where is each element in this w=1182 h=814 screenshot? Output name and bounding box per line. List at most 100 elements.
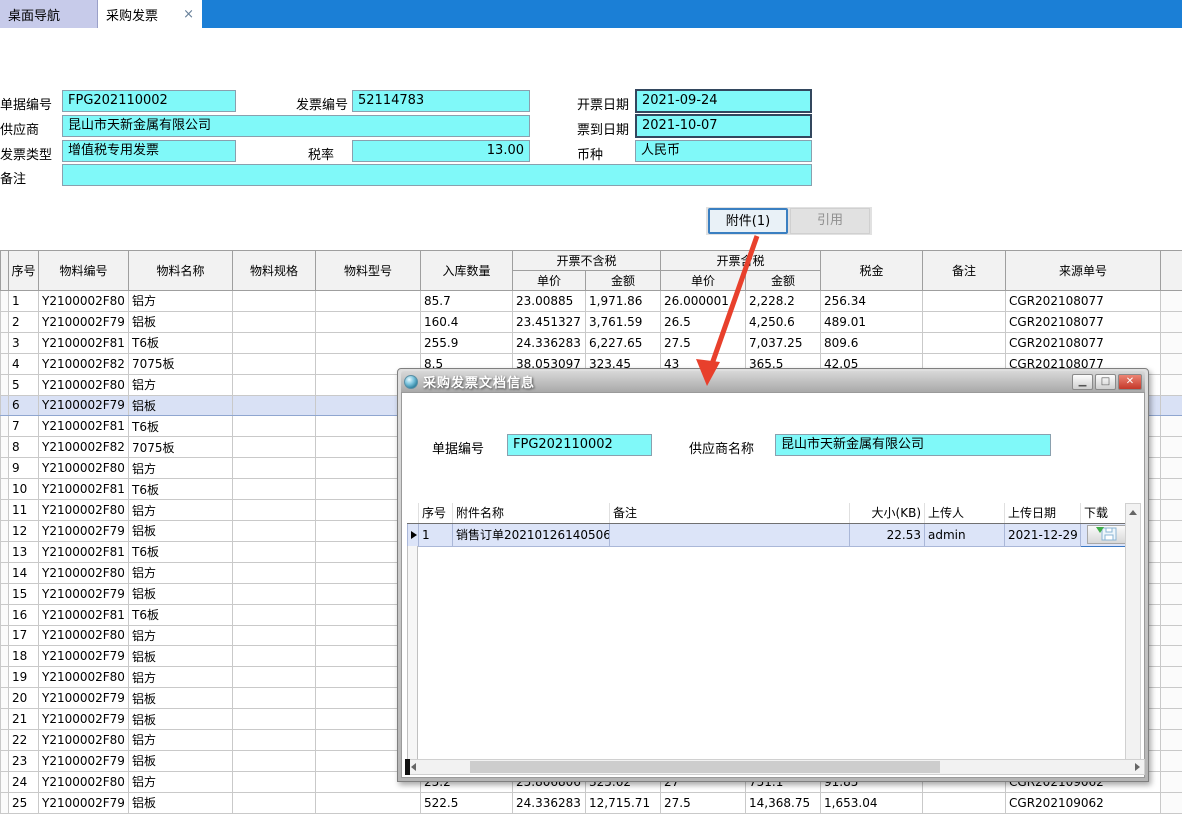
cell-spec[interactable] [233, 332, 316, 353]
cell-sel[interactable] [1, 395, 9, 416]
cell-name[interactable]: 铝板 [129, 750, 233, 771]
cell-name[interactable]: 铝方 [129, 500, 233, 521]
att-col-size[interactable]: 大小(KB) [850, 503, 925, 523]
invoice-type-field[interactable]: 增值税专用发票 [62, 140, 236, 162]
cell-seq[interactable]: 11 [9, 500, 39, 521]
cell-extra[interactable] [1161, 311, 1182, 332]
cell-seq[interactable]: 14 [9, 562, 39, 583]
cell-extra[interactable] [1161, 604, 1182, 625]
att-seq-cell[interactable]: 1 [419, 523, 453, 546]
cell-seq[interactable]: 24 [9, 771, 39, 792]
cell-price_inc[interactable]: 26.000001 [661, 291, 746, 312]
cell-sel[interactable] [1, 688, 9, 709]
att-col-date[interactable]: 上传日期 [1005, 503, 1081, 523]
cell-name[interactable]: T6板 [129, 541, 233, 562]
cell-name[interactable]: T6板 [129, 479, 233, 500]
tax-rate-field[interactable]: 13.00 [352, 140, 530, 162]
att-name-cell[interactable]: 销售订单20210126140506 [453, 523, 610, 546]
cell-code[interactable]: Y2100002F80 [39, 458, 129, 479]
cell-amount_ex[interactable]: 1,971.86 [586, 291, 661, 312]
cell-spec[interactable] [233, 688, 316, 709]
cell-sel[interactable] [1, 730, 9, 751]
cell-spec[interactable] [233, 353, 316, 374]
cell-sel[interactable] [1, 541, 9, 562]
cell-price_inc[interactable]: 27.5 [661, 792, 746, 813]
cell-qty[interactable]: 85.7 [421, 291, 513, 312]
cell-spec[interactable] [233, 374, 316, 395]
cell-name[interactable]: T6板 [129, 604, 233, 625]
cell-code[interactable]: Y2100002F79 [39, 395, 129, 416]
cell-extra[interactable] [1161, 437, 1182, 458]
cell-seq[interactable]: 25 [9, 792, 39, 813]
cell-seq[interactable]: 1 [9, 291, 39, 312]
col-name[interactable]: 物料名称 [129, 251, 233, 291]
cell-code[interactable]: Y2100002F80 [39, 625, 129, 646]
cell-seq[interactable]: 21 [9, 709, 39, 730]
cell-seq[interactable]: 4 [9, 353, 39, 374]
cell-code[interactable]: Y2100002F82 [39, 437, 129, 458]
cell-name[interactable]: 铝板 [129, 688, 233, 709]
cell-spec[interactable] [233, 667, 316, 688]
col-group-ex-tax[interactable]: 开票不含税 [513, 251, 661, 271]
cell-price_ex[interactable]: 24.336283 [513, 332, 586, 353]
cell-sel[interactable] [1, 353, 9, 374]
cell-extra[interactable] [1161, 520, 1182, 541]
cell-seq[interactable]: 17 [9, 625, 39, 646]
table-row[interactable]: 25Y2100002F79铝板522.524.33628312,715.7127… [1, 792, 1182, 813]
arrive-date-field[interactable]: 2021-10-07 [635, 114, 812, 138]
cell-amount_inc[interactable]: 2,228.2 [746, 291, 821, 312]
cell-sel[interactable] [1, 750, 9, 771]
att-col-name[interactable]: 附件名称 [453, 503, 610, 523]
cell-code[interactable]: Y2100002F80 [39, 667, 129, 688]
cell-seq[interactable]: 10 [9, 479, 39, 500]
cell-name[interactable]: 铝板 [129, 792, 233, 813]
att-col-seq[interactable]: 序号 [419, 503, 453, 523]
cell-name[interactable]: 铝板 [129, 311, 233, 332]
cell-sel[interactable] [1, 771, 9, 792]
cell-spec[interactable] [233, 311, 316, 332]
table-row[interactable]: 2Y2100002F79铝板160.423.4513273,761.5926.5… [1, 311, 1182, 332]
cell-code[interactable]: Y2100002F79 [39, 688, 129, 709]
cell-source[interactable]: CGR202108077 [1006, 332, 1161, 353]
cell-name[interactable]: 铝板 [129, 709, 233, 730]
cell-spec[interactable] [233, 646, 316, 667]
col-qty[interactable]: 入库数量 [421, 251, 513, 291]
cell-name[interactable]: 铝板 [129, 395, 233, 416]
cell-sel[interactable] [1, 332, 9, 353]
doc-no-field[interactable]: FPG202110002 [62, 90, 236, 112]
cell-price_ex[interactable]: 24.336283 [513, 792, 586, 813]
cell-name[interactable]: 7075板 [129, 353, 233, 374]
cell-seq[interactable]: 13 [9, 541, 39, 562]
col-spec[interactable]: 物料规格 [233, 251, 316, 291]
vertical-scrollbar[interactable] [1125, 503, 1141, 769]
invoice-date-field[interactable]: 2021-09-24 [635, 89, 812, 113]
cell-qty[interactable]: 255.9 [421, 332, 513, 353]
cell-sel[interactable] [1, 709, 9, 730]
cell-seq[interactable]: 12 [9, 520, 39, 541]
table-row[interactable]: 1Y2100002F80铝方85.723.008851,971.8626.000… [1, 291, 1182, 312]
col-source[interactable]: 来源单号 [1006, 251, 1161, 291]
cell-extra[interactable] [1161, 730, 1182, 751]
minimize-icon[interactable]: ▁ [1072, 374, 1093, 390]
cell-amount_inc[interactable]: 4,250.6 [746, 311, 821, 332]
cell-spec[interactable] [233, 771, 316, 792]
cell-extra[interactable] [1161, 541, 1182, 562]
dialog-supplier-field[interactable]: 昆山市天新金属有限公司 [775, 434, 1051, 456]
att-uploader-cell[interactable]: admin [925, 523, 1005, 546]
cell-code[interactable]: Y2100002F81 [39, 604, 129, 625]
cell-sel[interactable] [1, 311, 9, 332]
cell-code[interactable]: Y2100002F79 [39, 792, 129, 813]
cell-sel[interactable] [1, 374, 9, 395]
cell-seq[interactable]: 16 [9, 604, 39, 625]
cell-extra[interactable] [1161, 646, 1182, 667]
cell-amount_ex[interactable]: 6,227.65 [586, 332, 661, 353]
cell-extra[interactable] [1161, 374, 1182, 395]
cell-code[interactable]: Y2100002F79 [39, 646, 129, 667]
cell-spec[interactable] [233, 709, 316, 730]
cell-spec[interactable] [233, 520, 316, 541]
cell-extra[interactable] [1161, 353, 1182, 374]
cell-code[interactable]: Y2100002F81 [39, 541, 129, 562]
cell-spec[interactable] [233, 730, 316, 751]
cell-extra[interactable] [1161, 395, 1182, 416]
cell-name[interactable]: 铝方 [129, 730, 233, 751]
